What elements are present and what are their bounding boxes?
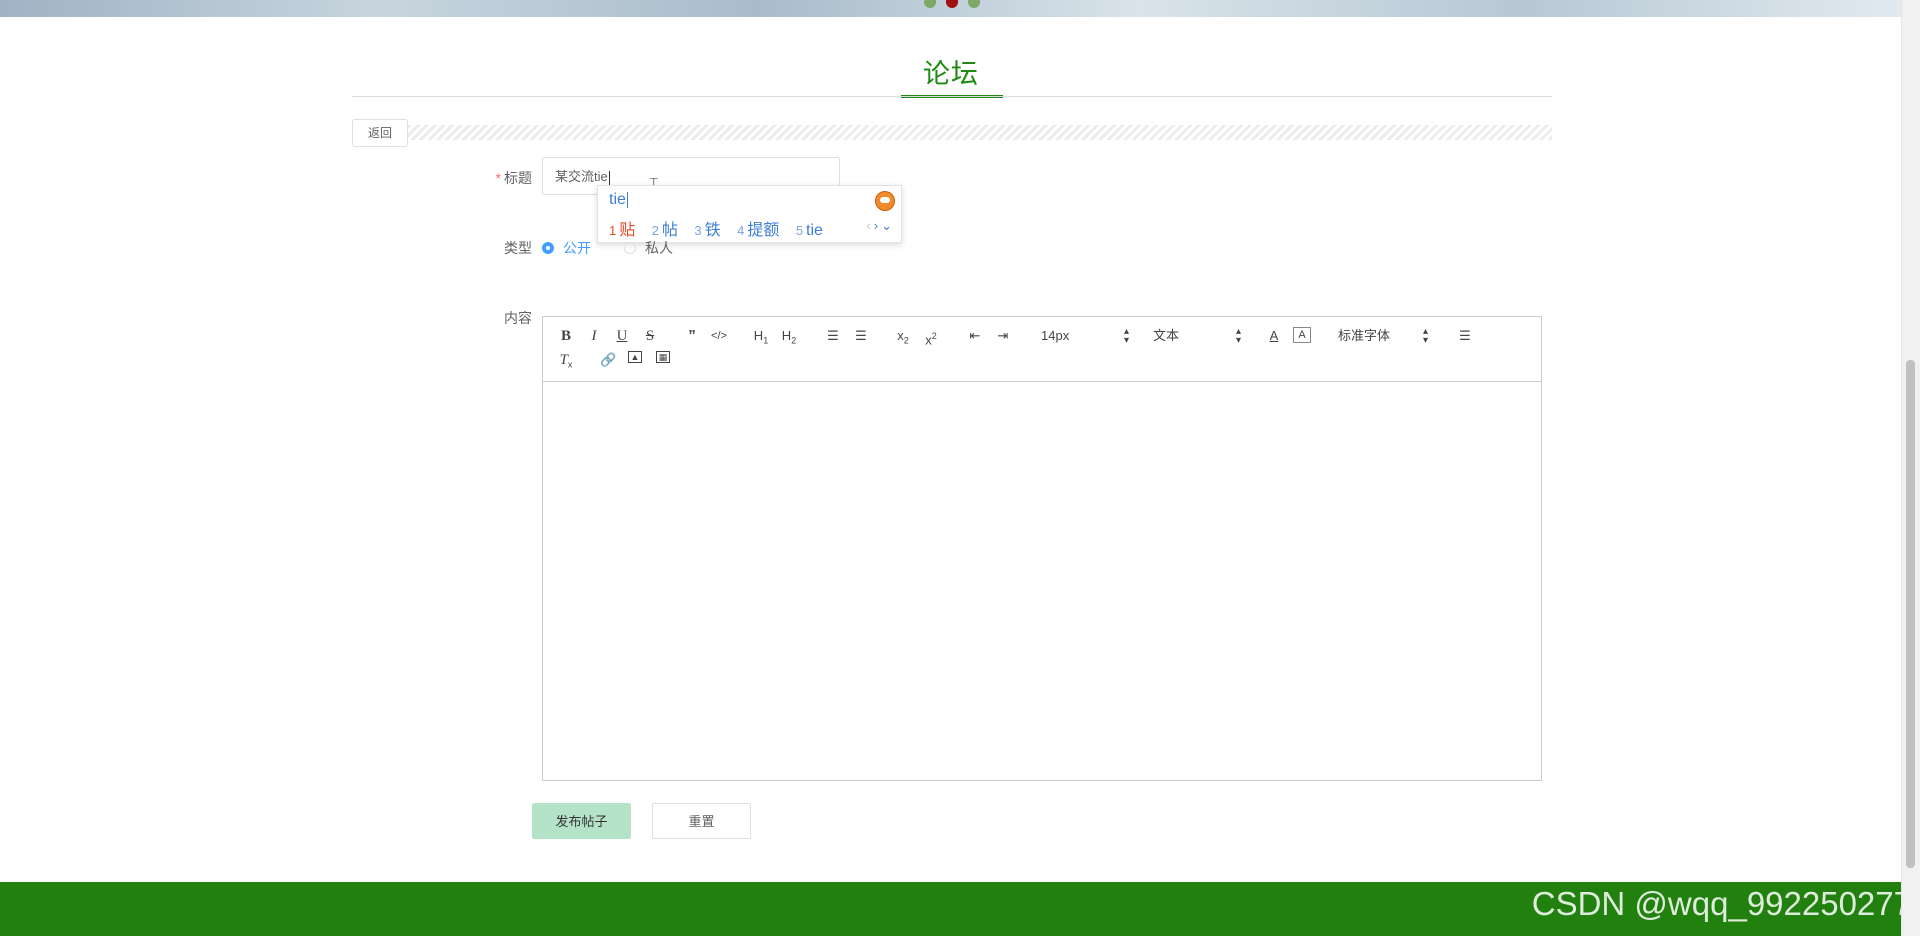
editor-content-area[interactable] <box>543 382 1541 781</box>
heading-1-icon[interactable]: H1 <box>753 327 769 350</box>
radio-public-label: 公开 <box>563 240 591 256</box>
font-family-select[interactable]: 标准字体 ▴ ▾ <box>1338 326 1428 346</box>
heading-2-icon[interactable]: H2 <box>781 327 797 350</box>
align-left-icon[interactable]: ☰ <box>1457 327 1473 345</box>
carousel-dot-active[interactable] <box>946 0 958 8</box>
watermark-text: CSDN @wqq_992250277 <box>1531 885 1912 922</box>
blockquote-icon[interactable]: ” <box>684 327 700 345</box>
select-arrows-icon: ▴ ▾ <box>1422 326 1428 346</box>
ime-candidate[interactable]: 5 tie <box>796 222 823 240</box>
content-label: 内容 <box>504 310 532 326</box>
ime-candidate[interactable]: 3铁 <box>694 216 720 240</box>
radio-private-label: 私人 <box>645 240 673 256</box>
scrollbar-thumb[interactable] <box>1906 360 1915 868</box>
ime-candidate-popup[interactable]: tie 1贴 2帖 3铁 4 提额 5 tie ‹›⌄ <box>597 185 902 243</box>
font-color-icon[interactable]: A <box>1266 327 1282 345</box>
ime-candidate[interactable]: 1贴 <box>609 216 635 240</box>
title-label: 标题 <box>504 170 532 186</box>
carousel-dot[interactable] <box>968 0 980 8</box>
prev-page-icon: ‹ <box>866 218 874 233</box>
striped-divider <box>408 125 1552 140</box>
ime-composition: tie <box>609 191 628 208</box>
video-icon[interactable]: ▦ <box>656 351 670 363</box>
publish-post-button[interactable]: 发布帖子 <box>532 803 631 839</box>
strikethrough-icon[interactable]: S <box>642 327 658 345</box>
ime-candidate[interactable]: 4 提额 <box>737 216 779 240</box>
radio-private[interactable]: 私人 <box>624 238 673 258</box>
subscript-icon[interactable]: x2 <box>895 327 911 350</box>
editor-toolbar: B I U S ” </> H1 H2 ☰ ☰ x2 x2 ⇤ ⇥ 14px ▴ ▾… <box>543 317 1541 382</box>
italic-icon[interactable]: I <box>586 327 602 345</box>
ime-nav[interactable]: ‹›⌄ <box>866 218 895 234</box>
superscript-icon[interactable]: x2 <box>923 327 939 349</box>
carousel-dot[interactable] <box>924 0 936 8</box>
radio-checked-icon[interactable] <box>542 242 554 254</box>
next-page-icon: › <box>873 218 882 233</box>
radio-unchecked-icon[interactable] <box>624 242 636 254</box>
ordered-list-icon[interactable]: ☰ <box>825 327 841 345</box>
code-block-icon[interactable]: </> <box>711 327 727 345</box>
ime-candidate[interactable]: 2帖 <box>652 216 678 240</box>
select-arrows-icon: ▴ ▾ <box>1123 326 1129 346</box>
link-icon[interactable]: 🔗 <box>600 351 616 369</box>
ime-caret <box>626 191 628 208</box>
clear-format-icon[interactable]: Tx <box>558 351 574 374</box>
bold-icon[interactable]: B <box>558 327 574 345</box>
indent-icon[interactable]: ⇥ <box>995 327 1011 345</box>
radio-public[interactable]: 公开 <box>542 238 591 258</box>
vertical-scrollbar[interactable] <box>1901 0 1920 936</box>
font-size-select[interactable]: 14px ▴ ▾ <box>1041 326 1129 346</box>
title-label-wrap: * 标题 <box>472 168 532 188</box>
top-banner <box>0 0 1902 17</box>
expand-icon: ⌄ <box>881 218 895 233</box>
background-color-icon[interactable]: A <box>1293 327 1311 343</box>
select-arrows-icon: ▴ ▾ <box>1235 326 1241 346</box>
text-caret <box>608 170 610 185</box>
page-title: 论坛 <box>923 59 979 89</box>
image-icon[interactable]: ▲ <box>628 351 642 363</box>
required-asterisk: * <box>495 170 501 186</box>
underline-icon[interactable]: U <box>614 327 630 345</box>
bullet-list-icon[interactable]: ☰ <box>853 327 869 345</box>
rich-text-editor[interactable]: B I U S ” </> H1 H2 ☰ ☰ x2 x2 ⇤ ⇥ 14px ▴ ▾… <box>542 316 1542 781</box>
reset-button[interactable]: 重置 <box>652 803 751 839</box>
title-divider <box>352 96 1552 97</box>
type-label: 类型 <box>504 240 532 256</box>
outdent-icon[interactable]: ⇤ <box>967 327 983 345</box>
title-input-value: 某交流tie <box>555 169 608 184</box>
header-select[interactable]: 文本 ▴ ▾ <box>1153 326 1241 346</box>
back-button[interactable]: 返回 <box>352 119 408 147</box>
ime-logo-icon[interactable] <box>875 191 895 211</box>
